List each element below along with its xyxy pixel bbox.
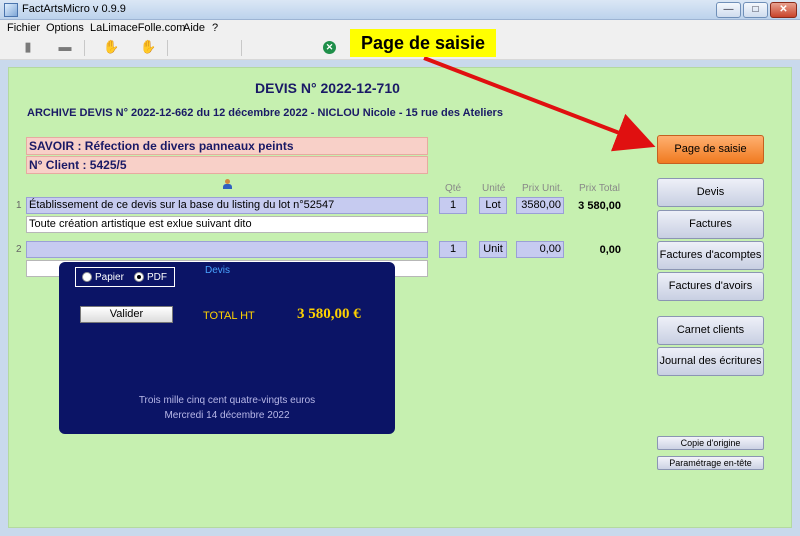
menu-aide[interactable]: Aide [183,22,205,34]
unit-price-field[interactable]: 0,00 [516,241,564,258]
qty-field[interactable]: 1 [439,241,467,258]
line-total: 3 580,00 [578,200,621,212]
callout-label: Page de saisie [350,29,496,57]
total-ht-label: TOTAL HT [203,310,255,322]
menu-lalimacefolle[interactable]: LaLimaceFolle.com [90,22,185,34]
minimize-button[interactable]: — [716,2,741,18]
copie-origine-button[interactable]: Copie d'origine [657,436,764,450]
output-mode-group: Papier PDF [75,267,175,287]
archive-line: ARCHIVE DEVIS N° 2022-12-662 du 12 décem… [27,107,503,119]
client-field[interactable]: N° Client : 5425/5 [26,156,428,174]
close-button[interactable]: ✕ [770,2,797,18]
pdf-radio[interactable] [134,272,144,282]
factures-avoirs-button[interactable]: Factures d'avoirs [657,272,764,301]
column-header-unit: Unité [482,183,506,194]
toolbar-separator [167,40,168,56]
journal-ecritures-button[interactable]: Journal des écritures [657,347,764,376]
hand-alt-icon[interactable]: ✋ [140,40,156,54]
toolbar-separator [84,40,85,56]
title-bar: FactArtsMicro v 0.9.9 — □ ✕ [0,0,800,20]
detail-field[interactable]: Toute création artistique est exlue suiv… [26,216,428,233]
subject-field[interactable]: SAVOIR : Réfection de divers panneaux pe… [26,137,428,155]
column-header-unit-price: Prix Unit. [522,183,563,194]
menu-options[interactable]: Options [46,22,84,34]
factures-acomptes-button[interactable]: Factures d'acomptes [657,241,764,270]
page-saisie-button[interactable]: Page de saisie [657,135,764,164]
pdf-radio-label[interactable]: PDF [147,272,167,283]
validate-button[interactable]: Valider [80,306,173,323]
line-number: 1 [16,200,22,211]
app-icon [4,3,18,17]
column-header-total: Prix Total [579,183,620,194]
hand-icon[interactable]: ✋ [103,40,119,54]
menu-fichier[interactable]: Fichier [7,22,40,34]
toolbar-separator [241,40,242,56]
parametrage-entete-button[interactable]: Paramétrage en-tête [657,456,764,470]
unit-field[interactable]: Lot [479,197,507,214]
new-document-icon[interactable]: ▮ [21,40,35,54]
carnet-clients-button[interactable]: Carnet clients [657,316,764,345]
print-popup: Papier PDF Devis Valider TOTAL HT 3 580,… [59,262,395,434]
amount-in-words: Trois mille cinq cent quatre-vingts euro… [138,395,316,406]
maximize-button[interactable]: □ [743,2,768,18]
unit-price-field[interactable]: 3580,00 [516,197,564,214]
designation-field[interactable] [26,241,428,258]
person-icon[interactable] [222,179,232,189]
line-total: 0,00 [599,244,621,256]
qty-field[interactable]: 1 [439,197,467,214]
window-title: FactArtsMicro v 0.9.9 [22,3,126,15]
line-number: 2 [16,244,22,255]
column-header-qty: Qté [445,183,462,194]
factures-button[interactable]: Factures [657,210,764,239]
devis-button[interactable]: Devis [657,178,764,207]
unit-field[interactable]: Unit [479,241,507,258]
menu-help[interactable]: ? [212,22,218,34]
paper-radio[interactable] [82,272,92,282]
total-ht-value: 3 580,00 € [297,306,361,322]
designation-field[interactable]: Établissement de ce devis sur la base du… [26,197,428,214]
popup-doc-type: Devis [205,265,231,276]
document-date: Mercredi 14 décembre 2022 [164,410,290,421]
paper-radio-label[interactable]: Papier [95,272,124,283]
devis-title: DEVIS N° 2022-12-710 [255,80,400,96]
save-icon[interactable]: ▬ [58,40,72,54]
validate-icon[interactable]: ✕ [323,41,336,54]
